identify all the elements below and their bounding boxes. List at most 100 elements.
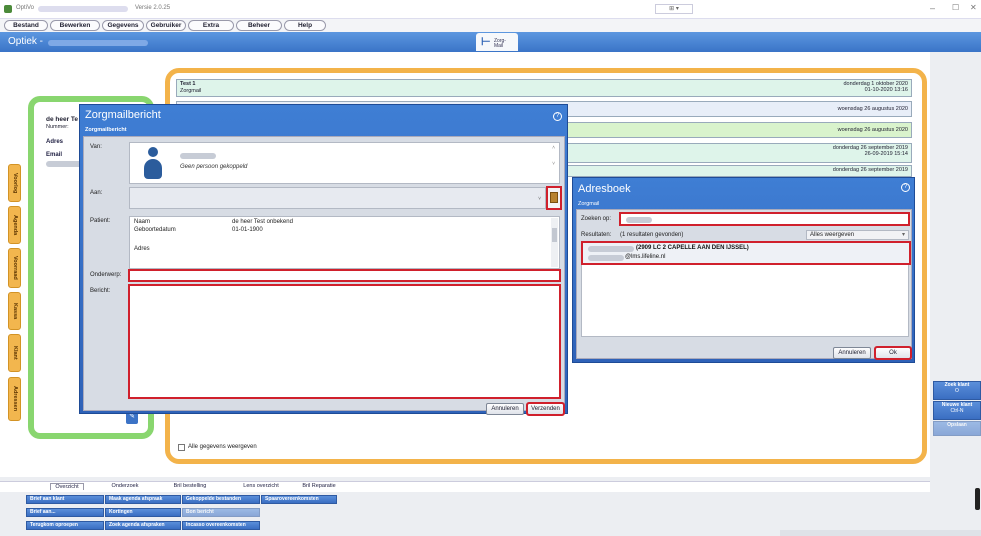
message-textarea[interactable] bbox=[128, 284, 561, 399]
birthdate-value: 01-01-1900 bbox=[232, 227, 263, 233]
search-customer-button[interactable]: Zoek klant O bbox=[933, 381, 981, 400]
window-titlebar: OptiVo Versie 2.0.25 ⊞ ▾ – ☐ ✕ bbox=[0, 0, 981, 19]
history-row[interactable]: Test 1 Zorgmail donderdag 1 oktober 2020… bbox=[176, 79, 912, 97]
list-item[interactable]: (2909 LC 2 CAPELLE AAN DEN IJSSEL) @lms.… bbox=[581, 241, 911, 265]
side-tab-voorlog[interactable]: Voorlog bbox=[8, 164, 21, 202]
show-all-checkbox[interactable] bbox=[178, 444, 185, 451]
cancel-button[interactable]: Annuleren bbox=[833, 347, 871, 359]
no-person-text: Geen persoon gekoppeld bbox=[180, 164, 248, 170]
side-tab-kassa[interactable]: Kassa bbox=[8, 292, 21, 330]
collection-agreements-button[interactable]: Incasso overeenkomsten bbox=[182, 521, 260, 530]
cancel-button[interactable]: Annuleren bbox=[486, 403, 524, 415]
letter-to-customer-button[interactable]: Brief aan klant bbox=[26, 495, 104, 504]
app-version: Versie 2.0.25 bbox=[135, 5, 171, 11]
receipt-message-button[interactable]: Bon bericht bbox=[182, 508, 260, 517]
redacted-sender bbox=[180, 153, 216, 159]
tab-bril-bestelling[interactable]: Bril bestelling bbox=[160, 483, 220, 489]
from-label: Van: bbox=[90, 144, 102, 150]
linked-files-button[interactable]: Gekoppelde bestanden bbox=[182, 495, 260, 504]
ok-button[interactable]: Ok bbox=[874, 346, 912, 360]
history-row-date: donderdag 1 oktober 2020 01-10-2020 13:16 bbox=[843, 81, 908, 93]
patient-scrollbar[interactable] bbox=[551, 218, 558, 267]
result-email: @lms.lifeline.nl bbox=[625, 254, 666, 260]
new-customer-button[interactable]: Nieuwe klant Ctrl-N bbox=[933, 401, 981, 420]
menu-gebruiker[interactable]: Gebruiker bbox=[146, 20, 186, 31]
history-row-subtitle: Zorgmail bbox=[180, 88, 202, 94]
maximize-icon[interactable]: ☐ bbox=[952, 3, 959, 12]
chevron-down-icon: ˅ bbox=[538, 196, 541, 202]
customer-address-label: Adres bbox=[46, 139, 64, 145]
scroll-handle[interactable] bbox=[975, 488, 980, 510]
history-row-date: woensdag 26 augustus 2020 bbox=[837, 127, 908, 133]
patient-label: Patient: bbox=[90, 218, 111, 224]
new-customer-key: Ctrl-N bbox=[950, 408, 964, 414]
from-field[interactable]: Geen persoon gekoppeld ˄ ˅ bbox=[129, 142, 560, 184]
side-tab-agenda[interactable]: Agenda bbox=[8, 206, 21, 244]
zorgmail-dialog-subtitle: Zorgmailbericht bbox=[85, 127, 127, 133]
zorgmail-icon: ⊢ bbox=[481, 36, 491, 48]
person-avatar-icon bbox=[144, 147, 162, 181]
discounts-button[interactable]: Kortingen bbox=[105, 508, 181, 517]
menu-gegevens[interactable]: Gegevens bbox=[102, 20, 144, 31]
minimize-icon[interactable]: – bbox=[930, 3, 935, 13]
show-all-label: Alle gegevens weergeven bbox=[188, 444, 257, 450]
results-label: Resultaten: bbox=[581, 232, 612, 238]
tab-zorgmail-label: Zorg-Mail bbox=[494, 38, 506, 49]
addressbook-panel: Zoeken op: Resultaten: (1 resultaten gev… bbox=[576, 209, 912, 359]
address-book-button[interactable] bbox=[546, 186, 562, 210]
help-icon[interactable]: ? bbox=[553, 112, 562, 121]
menu-beheer[interactable]: Beheer bbox=[236, 20, 282, 31]
to-field[interactable]: ˅ bbox=[129, 187, 546, 209]
chevron-up-icon[interactable]: ˄ bbox=[552, 145, 555, 151]
tab-bril-reparatie[interactable]: Bril Reparatie bbox=[294, 483, 344, 489]
window-layout-control[interactable]: ⊞ ▾ bbox=[655, 4, 693, 14]
status-bar bbox=[780, 530, 981, 536]
side-tab-voorraad[interactable]: Voorraad bbox=[8, 248, 21, 288]
letter-to-button[interactable]: Brief aan... bbox=[26, 508, 104, 517]
menu-bewerken[interactable]: Bewerken bbox=[50, 20, 100, 31]
redacted-title bbox=[38, 6, 128, 12]
subject-label: Onderwerp: bbox=[90, 272, 122, 278]
filter-select[interactable]: Alles weergeven ▾ bbox=[806, 230, 909, 240]
customer-name: de heer Te bbox=[46, 116, 79, 123]
menu-help[interactable]: Help bbox=[284, 20, 326, 31]
redacted-result-name bbox=[588, 246, 634, 252]
tab-overzicht[interactable]: Overzicht bbox=[50, 483, 84, 490]
redacted-store-name bbox=[48, 40, 148, 46]
search-label: Zoeken op: bbox=[581, 216, 612, 222]
save-button[interactable]: Opslaan bbox=[933, 421, 981, 436]
send-button[interactable]: Verzenden bbox=[526, 402, 565, 416]
chevron-down-icon: ▾ bbox=[901, 232, 905, 238]
page-title: Optiek - bbox=[8, 36, 44, 47]
tab-onderzoek[interactable]: Onderzoek bbox=[105, 483, 145, 489]
menu-bar: Bestand Bewerken Gegevens Gebruiker Extr… bbox=[0, 19, 981, 32]
side-tab-klant[interactable]: Klant bbox=[8, 334, 21, 372]
menu-extra[interactable]: Extra bbox=[188, 20, 234, 31]
zorgmail-dialog: Zorgmailbericht ? Zorgmailbericht Van: G… bbox=[79, 104, 568, 416]
history-row-date: donderdag 26 september 2019 bbox=[832, 167, 908, 173]
menu-bestand[interactable]: Bestand bbox=[4, 20, 48, 31]
find-appointments-button[interactable]: Zoek agenda afspraken bbox=[105, 521, 181, 530]
search-customer-key: O bbox=[955, 388, 959, 394]
help-icon[interactable]: ? bbox=[901, 183, 910, 192]
addressbook-title: Adresboek bbox=[578, 183, 631, 195]
chevron-down-icon[interactable]: ˅ bbox=[552, 161, 555, 167]
redacted-result-email bbox=[588, 255, 624, 261]
side-tab-adressen[interactable]: Adressen bbox=[8, 377, 21, 421]
close-icon[interactable]: ✕ bbox=[970, 3, 977, 12]
make-appointment-button[interactable]: Maak agenda afspraak bbox=[105, 495, 181, 504]
zorgmail-form: Van: Geen persoon gekoppeld ˄ ˅ Aan: ˅ P… bbox=[83, 136, 565, 411]
address-book-icon bbox=[550, 192, 558, 203]
recall-button[interactable]: Terugkom oproepen bbox=[26, 521, 104, 530]
subject-input[interactable] bbox=[128, 269, 561, 282]
results-count: (1 resultaten gevonden) bbox=[620, 232, 684, 238]
savings-agreements-button[interactable]: Spaarovereenkomsten bbox=[261, 495, 337, 504]
search-input[interactable] bbox=[619, 212, 910, 226]
addressbook-subtitle: Zorgmail bbox=[578, 201, 600, 207]
bottom-tab-bar: Overzicht Onderzoek Bril bestelling Lens… bbox=[0, 481, 930, 492]
tab-lens-overzicht[interactable]: Lens overzicht bbox=[235, 483, 287, 489]
results-list[interactable]: (2909 LC 2 CAPELLE AAN DEN IJSSEL) @lms.… bbox=[581, 241, 911, 337]
tab-zorgmail[interactable]: ⊢ Zorg-Mail bbox=[476, 33, 518, 51]
history-row-date: donderdag 26 september 2019 26-09-2019 15… bbox=[832, 145, 908, 157]
app-title: OptiVo bbox=[16, 5, 35, 11]
